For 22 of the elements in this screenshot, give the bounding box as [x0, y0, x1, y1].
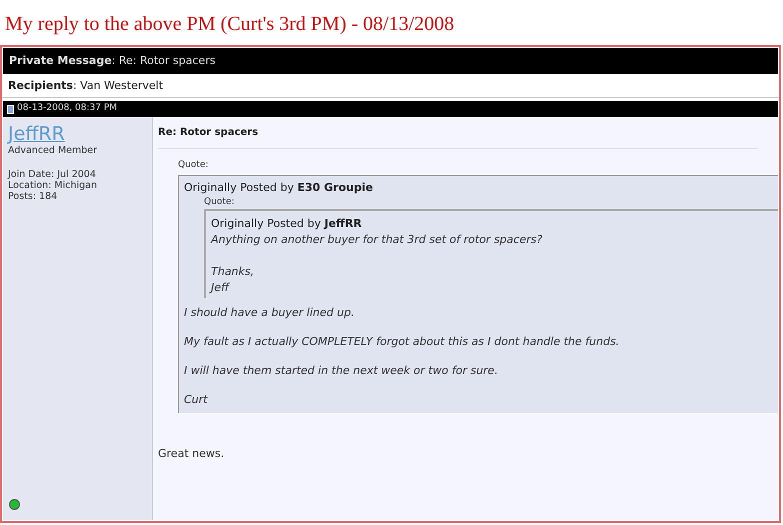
user-detail: Posts: 184 — [8, 191, 58, 202]
quote-label: Quote: — [204, 196, 234, 208]
document-icon — [7, 104, 14, 114]
reply-text: Great news. — [158, 446, 224, 462]
user-detail: Location: Michigan — [8, 180, 98, 191]
quote-attribution: Originally Posted by E30 Groupie — [184, 180, 373, 196]
quote-text: Curt — [184, 393, 208, 407]
message-header: Private Message: Re: Rotor spacers — [3, 48, 778, 74]
page-title: My reply to the above PM (Curt's 3rd PM) - 08/13/2008 — [4, 12, 456, 37]
quote-text: Thanks, — [211, 264, 254, 280]
quote-text: Jeff — [211, 280, 229, 296]
quote-attribution: Originally Posted by JeffRR — [211, 216, 362, 232]
post-title: Re: Rotor spacers — [158, 125, 758, 149]
user-detail: Join Date: Jul 2004 — [8, 169, 97, 180]
quote-label: Quote: — [178, 159, 208, 172]
post-date: 08-13-2008, 08:37 PM — [17, 102, 118, 116]
quote-text: Anything on another buyer for that 3rd set of rotor spacers? — [211, 232, 542, 248]
quote-text: I will have them started in the next week or two for sure. — [184, 364, 498, 378]
quote-text: I should have a buyer lined up. — [184, 306, 354, 320]
quote-text: My fault as I actually COMPLETELY forgot about this as I dont handle the funds. — [184, 335, 620, 349]
username-link[interactable]: JeffRR — [8, 123, 65, 145]
user-rank: Advanced Member — [8, 145, 98, 157]
